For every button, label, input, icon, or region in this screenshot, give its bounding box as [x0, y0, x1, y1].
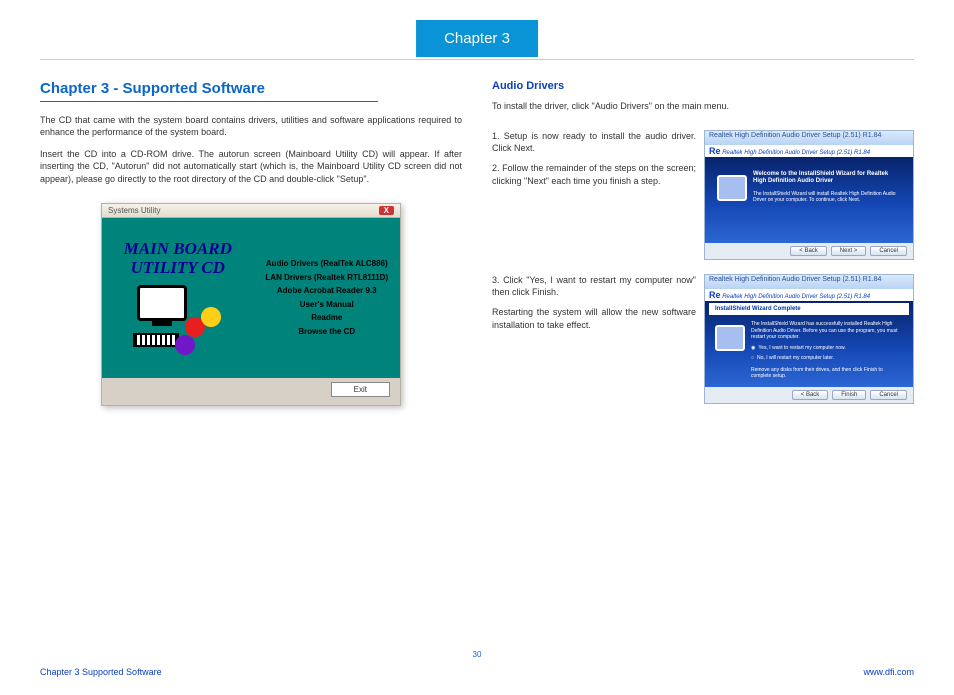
installer-screenshot-2: Realtek High Definition Audio Driver Set…: [704, 274, 914, 404]
back-button[interactable]: < Back: [790, 246, 827, 256]
computer-icon: [715, 325, 745, 351]
step-1-text: 1. Setup is now ready to install the aud…: [492, 130, 696, 154]
utility-item-manual[interactable]: User's Manual: [262, 298, 392, 312]
utility-big-line1: MAIN BOARD: [106, 240, 250, 259]
footer-right: www.dfi.com: [863, 667, 914, 677]
section-title-audio: Audio Drivers: [492, 80, 914, 92]
utility-big-line2: UTILITY CD: [106, 259, 250, 278]
installer1-subtitle: Realtek High Definition Audio Driver Set…: [722, 150, 870, 156]
utility-menu: Audio Drivers (RealTek ALC886) LAN Drive…: [254, 247, 400, 349]
computer-icon: [717, 175, 747, 201]
step-3b-text: Restarting the system will allow the new…: [492, 306, 696, 330]
utility-item-lan[interactable]: LAN Drivers (Realtek RTL8111D): [262, 271, 392, 285]
finish-button[interactable]: Finish: [832, 390, 866, 400]
cancel-button[interactable]: Cancel: [870, 390, 907, 400]
installer2-titlebar: Realtek High Definition Audio Driver Set…: [705, 275, 913, 289]
audio-intro: To install the driver, click "Audio Driv…: [492, 100, 914, 112]
installer2-tail: Remove any disks from their drives, and …: [751, 367, 903, 380]
left-column: Chapter 3 - Supported Software The CD th…: [40, 80, 462, 418]
intro-paragraph-2: Insert the CD into a CD-ROM drive. The a…: [40, 148, 462, 184]
next-button[interactable]: Next >: [831, 246, 867, 256]
utility-cd-window: Systems Utility X MAIN BOARD UTILITY CD: [101, 203, 401, 406]
utility-item-readme[interactable]: Readme: [262, 311, 392, 325]
utility-item-browse[interactable]: Browse the CD: [262, 325, 392, 339]
installer2-subtitle: Realtek High Definition Audio Driver Set…: [722, 294, 870, 300]
close-icon[interactable]: X: [379, 206, 394, 215]
page-title: Chapter 3 - Supported Software: [40, 80, 378, 102]
utility-item-audio[interactable]: Audio Drivers (RealTek ALC886): [262, 257, 392, 271]
computer-cd-icon: [133, 285, 223, 355]
step-3a-text: 3. Click "Yes, I want to restart my comp…: [492, 274, 696, 298]
step-2-text: 2. Follow the remainder of the steps on …: [492, 162, 696, 186]
back-button[interactable]: < Back: [792, 390, 829, 400]
restart-later-radio[interactable]: No, I will restart my computer later.: [751, 355, 903, 361]
cancel-button[interactable]: Cancel: [870, 246, 907, 256]
intro-paragraph-1: The CD that came with the system board c…: [40, 114, 462, 138]
footer-left: Chapter 3 Supported Software: [40, 667, 162, 677]
exit-button[interactable]: Exit: [331, 382, 390, 397]
installer2-complete-title: InstallShield Wizard Complete: [709, 303, 909, 315]
utility-item-acrobat[interactable]: Adobe Acrobat Reader 9.3: [262, 284, 392, 298]
restart-now-radio[interactable]: Yes, I want to restart my computer now.: [751, 345, 903, 351]
chapter-tab: Chapter 3: [416, 20, 538, 57]
installer-screenshot-1: Realtek High Definition Audio Driver Set…: [704, 130, 914, 260]
installer1-titlebar: Realtek High Definition Audio Driver Set…: [705, 131, 913, 145]
utility-window-title: Systems Utility: [108, 206, 160, 215]
page-number: 30: [473, 650, 482, 659]
right-column: Audio Drivers To install the driver, cli…: [492, 80, 914, 418]
